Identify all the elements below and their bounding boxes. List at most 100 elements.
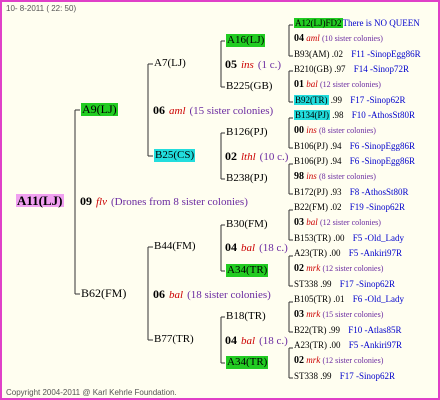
leaf-code: F8 -AthosSt80R <box>349 187 409 197</box>
leaf-breed: bal <box>306 217 318 227</box>
gen3-queen-6[interactable]: A34(TR) <box>226 264 269 277</box>
gen3-queen-5[interactable]: B30(FM) <box>226 218 268 231</box>
leaf-year: 03 <box>294 217 304 228</box>
leaf-row: ST338 .99 F17 -Sinop62R <box>294 371 395 382</box>
leaf-breed: ins <box>306 125 317 135</box>
leaf-value: .02 <box>331 49 343 59</box>
leaf-row: 98 ins (8 sister colonies) <box>294 171 376 182</box>
leaf-breed: ins <box>306 171 317 181</box>
leaf-row: 01 bal (12 sister colonies) <box>294 79 381 90</box>
leaf-year: 98 <box>294 171 304 182</box>
gen2-year-3: 04 <box>225 240 237 254</box>
leaf-code: F6 -SinopEgg86R <box>349 141 416 151</box>
leaf-status: There is NO QUEEN <box>342 18 420 28</box>
leaf-code: F6 -Old_Lady <box>352 294 404 304</box>
leaf-year: 04 <box>294 33 304 44</box>
gen3-queen-1[interactable]: A16(LJ) <box>226 34 266 47</box>
gen1-bottom-breed: bal <box>169 289 184 301</box>
gen1-bottom-mating: 06 bal (18 sister colonies) <box>153 287 271 302</box>
leaf-queen[interactable]: B210(GB) <box>294 64 332 74</box>
leaf-value: .93 <box>330 187 342 197</box>
gen1-bottom-queen[interactable]: B62(FM) <box>81 287 126 300</box>
leaf-row: B105(TR) .01 F6 -Old_Lady <box>294 294 404 305</box>
leaf-note: (10 sister colonies) <box>322 34 383 43</box>
leaf-year: 02 <box>294 263 304 274</box>
leaf-year: 02 <box>294 355 304 366</box>
leaf-note: (8 sister colonies) <box>319 126 376 135</box>
leaf-queen[interactable]: B22(TR) <box>294 325 327 335</box>
gen1-top-queen[interactable]: A9(LJ) <box>81 103 118 116</box>
copyright: Copyright 2004-2011 @ Karl Kehrle Founda… <box>6 388 177 397</box>
gen1-bottom-note: (18 sister colonies) <box>187 289 271 301</box>
leaf-row: B22(FM) .02 F19 -Sinop62R <box>294 202 405 213</box>
leaf-year: 01 <box>294 79 304 90</box>
gen2-year-2: 02 <box>225 149 237 163</box>
leaf-row: 03 mrk (15 sister colonies) <box>294 309 383 320</box>
leaf-row: A23(TR) .00 F5 -Ankiri97R <box>294 248 402 259</box>
gen3-queen-4[interactable]: B238(PJ) <box>226 172 268 185</box>
leaf-breed: aml <box>306 33 320 43</box>
gen2-queen-1[interactable]: A7(LJ) <box>154 57 186 70</box>
leaf-queen[interactable]: B105(TR) <box>294 294 331 304</box>
leaf-queen[interactable]: B172(PJ) <box>294 187 328 197</box>
leaf-row: 03 bal (12 sister colonies) <box>294 217 381 228</box>
leaf-breed: mrk <box>306 263 321 273</box>
leaf-queen[interactable]: B22(FM) <box>294 202 328 212</box>
leaf-queen[interactable]: B106(PJ) <box>294 156 328 166</box>
gen3-queen-7[interactable]: B18(TR) <box>226 310 266 323</box>
leaf-row: B92(TR) .99 F17 -Sinop62R <box>294 95 406 106</box>
root-queen[interactable]: A11(LJ) <box>16 194 64 207</box>
root-note: (Drones from 8 sister colonies) <box>111 196 248 208</box>
gen2-note-1: (1 c.) <box>257 59 282 71</box>
leaf-code: F11 -SinopEgg86R <box>351 49 421 59</box>
leaf-queen[interactable]: A23(TR) <box>294 340 327 350</box>
leaf-row: B134(PJ) .98 F10 -AthosSt80R <box>294 110 415 121</box>
leaf-row: 00 ins (8 sister colonies) <box>294 125 376 136</box>
leaf-value: .98 <box>332 110 344 120</box>
leaf-code: F17 -Sinop62R <box>339 279 396 289</box>
leaf-value: .02 <box>330 202 342 212</box>
leaf-code: F10 -Atlas85R <box>348 325 402 335</box>
gen3-queen-2[interactable]: B225(GB) <box>226 80 272 93</box>
leaf-row: 02 mrk (12 sister colonies) <box>294 263 383 274</box>
leaf-row: B93(AM) .02 F11 -SinopEgg86R <box>294 49 421 60</box>
leaf-row: B153(TR) .00 F5 -Old_Lady <box>294 233 404 244</box>
leaf-value: .01 <box>333 294 345 304</box>
gen2-queen-2[interactable]: B25(CS) <box>154 149 196 162</box>
leaf-note: (12 sister colonies) <box>320 218 381 227</box>
leaf-code: F5 -Old_Lady <box>352 233 404 243</box>
gen2-queen-3[interactable]: B44(FM) <box>154 240 196 253</box>
gen1-bottom-year: 06 <box>153 287 165 301</box>
leaf-queen[interactable]: B134(PJ) <box>294 110 331 120</box>
leaf-value: .99 <box>328 325 340 335</box>
leaf-value: .00 <box>333 233 345 243</box>
leaf-row: ST338 .99 F17 -Sinop62R <box>294 279 395 290</box>
gen2-mating-2: 02 lthl (10 c.) <box>225 149 288 164</box>
gen2-queen-4[interactable]: B77(TR) <box>154 333 194 346</box>
gen1-top-breed: aml <box>169 105 186 117</box>
leaf-queen[interactable]: B92(TR) <box>294 95 329 105</box>
leaf-queen[interactable]: A23(TR) <box>294 248 327 258</box>
leaf-value: .94 <box>330 141 342 151</box>
leaf-code: F10 -AthosSt80R <box>351 110 416 120</box>
leaf-code: F6 -SinopEgg86R <box>349 156 416 166</box>
root-mating: 09 flv (Drones from 8 sister colonies) <box>80 194 248 209</box>
leaf-queen[interactable]: B93(AM) <box>294 49 330 59</box>
leaf-note: (8 sister colonies) <box>319 172 376 181</box>
leaf-row: B210(GB) .97 F14 -Sinop72R <box>294 64 409 75</box>
gen3-queen-3[interactable]: B126(PJ) <box>226 126 268 139</box>
gen2-note-2: (10 c.) <box>259 151 289 163</box>
leaf-row: 04 aml (10 sister colonies) <box>294 33 383 44</box>
leaf-queen[interactable]: ST338 <box>294 371 318 381</box>
leaf-note: (12 sister colonies) <box>322 264 384 273</box>
gen1-top-note: (15 sister colonies) <box>189 105 274 117</box>
gen3-queen-8[interactable]: A34(TR) <box>226 356 269 369</box>
leaf-queen[interactable]: A12(LJ)FD2 <box>294 18 343 28</box>
leaf-note: (12 sister colonies) <box>322 356 384 365</box>
leaf-queen[interactable]: B106(PJ) <box>294 141 328 151</box>
gen2-year-1: 05 <box>225 57 237 71</box>
gen2-note-3: (18 c.) <box>259 242 288 254</box>
leaf-queen[interactable]: B153(TR) <box>294 233 331 243</box>
leaf-year: 03 <box>294 309 304 320</box>
leaf-queen[interactable]: ST338 <box>294 279 318 289</box>
